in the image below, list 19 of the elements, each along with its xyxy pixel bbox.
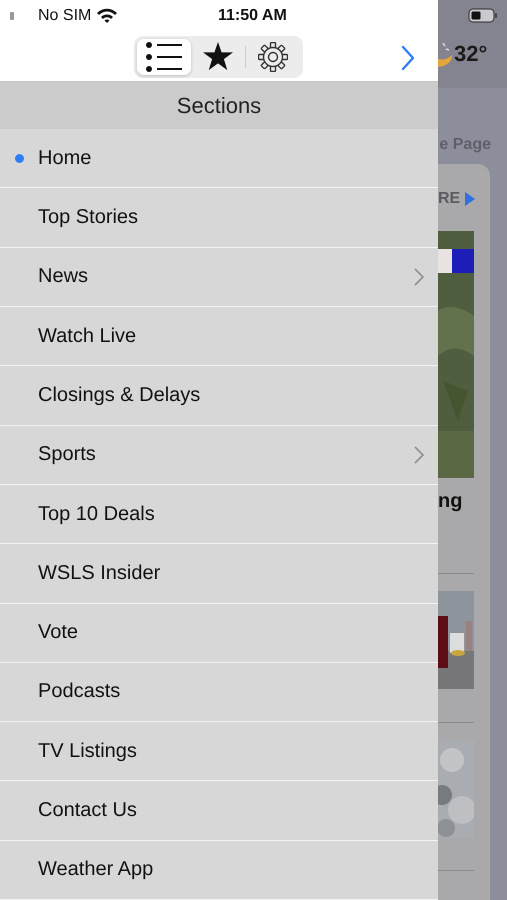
battery-icon [468,8,498,23]
play-arrow-icon [465,192,476,206]
headline: ng [438,490,464,513]
moon-icon [438,41,452,67]
section-item[interactable]: Vote [0,604,438,663]
star-icon [203,42,233,72]
section-title: Sections [176,92,262,119]
settings-icon [258,42,288,72]
section-item[interactable]: News [0,248,438,308]
section-item[interactable]: Sports [0,426,438,485]
list-icon [146,42,182,72]
wifi-icon [97,8,118,24]
status-time: 11:50 AM [218,6,287,25]
signal-icon [10,12,14,20]
section-item[interactable]: Weather App [0,840,438,900]
chevron-right-icon [401,44,415,71]
carrier-label: No SIM [38,6,92,25]
temperature-label: 32° [454,41,488,67]
segment-tab[interactable] [137,38,191,75]
